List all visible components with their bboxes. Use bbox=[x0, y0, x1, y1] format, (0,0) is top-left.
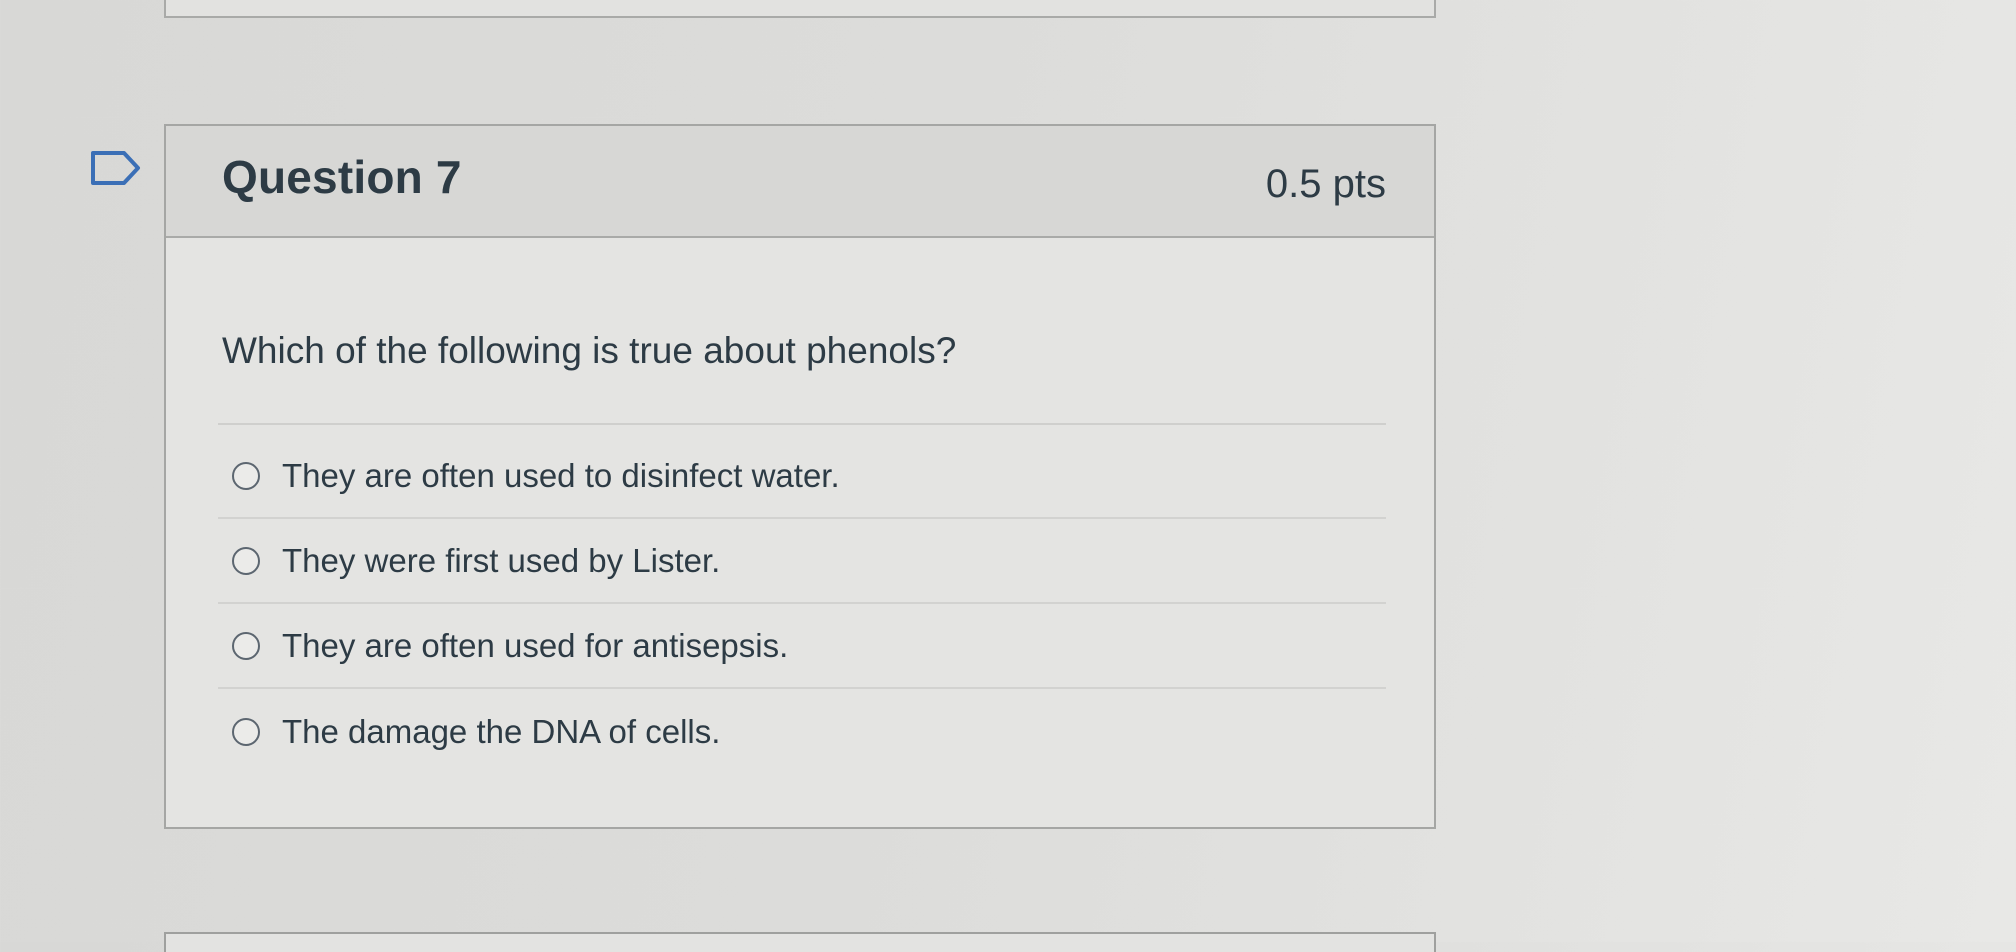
question-header: Question 7 0.5 pts bbox=[166, 126, 1434, 238]
question-points: 0.5 pts bbox=[1265, 162, 1386, 206]
answer-option-1[interactable]: They are often used to disinfect water. bbox=[218, 434, 1386, 519]
radio-button[interactable] bbox=[232, 461, 260, 490]
question-title: Question 7 bbox=[222, 151, 462, 203]
next-question-card bbox=[164, 932, 1436, 952]
answer-option-3[interactable]: They are often used for antisepsis. bbox=[218, 604, 1386, 689]
flag-outline-icon bbox=[91, 151, 140, 185]
radio-button[interactable] bbox=[232, 717, 260, 746]
answer-option-4[interactable]: The damage the DNA of cells. bbox=[218, 689, 1386, 774]
answer-label[interactable]: They are often used for antisepsis. bbox=[282, 627, 788, 665]
answer-label[interactable]: They are often used to disinfect water. bbox=[282, 457, 840, 495]
question-text: Which of the following is true about phe… bbox=[222, 330, 957, 371]
question-divider bbox=[218, 423, 1386, 425]
answer-option-2[interactable]: They were first used by Lister. bbox=[218, 519, 1386, 604]
answer-label[interactable]: They were first used by Lister. bbox=[282, 542, 720, 580]
answer-list: They are often used to disinfect water. … bbox=[218, 434, 1386, 774]
radio-button[interactable] bbox=[232, 546, 260, 575]
question-card: Question 7 0.5 pts Which of the followin… bbox=[164, 124, 1436, 829]
answer-label[interactable]: The damage the DNA of cells. bbox=[282, 713, 720, 751]
radio-button[interactable] bbox=[232, 631, 260, 660]
flag-question-button[interactable] bbox=[90, 150, 142, 186]
previous-question-card bbox=[164, 0, 1436, 18]
